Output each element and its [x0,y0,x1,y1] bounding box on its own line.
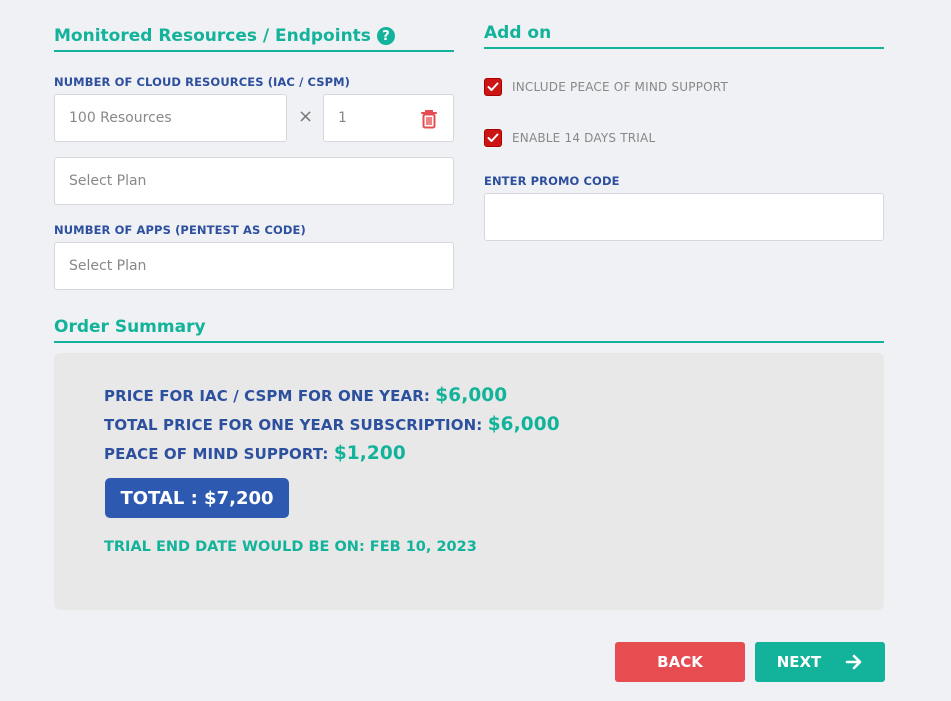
pom-support-value: $1,200 [333,443,406,464]
iac-price-value: $6,000 [435,385,508,406]
quantity-input[interactable]: 1 [323,94,454,142]
back-button-label: BACK [657,653,703,671]
monitored-resources-title-text: Monitored Resources / Endpoints [54,26,371,46]
addon-title-text: Add on [484,23,552,43]
next-button-label: NEXT [776,653,822,671]
select-plan-cloud[interactable]: Select Plan [54,157,454,205]
order-summary-title-text: Order Summary [54,317,206,337]
cloud-resources-label: NUMBER OF CLOUD RESOURCES (IAC / CSPM) [54,75,351,89]
peace-of-mind-label: INCLUDE PEACE OF MIND SUPPORT [512,80,728,94]
peace-of-mind-checkbox-row[interactable]: INCLUDE PEACE OF MIND SUPPORT [484,78,728,96]
back-button[interactable]: BACK [615,642,745,682]
order-summary-box: PRICE FOR IAC / CSPM FOR ONE YEAR: $6,00… [54,353,884,610]
pom-support-line: PEACE OF MIND SUPPORT: $1,200 [104,443,406,464]
trial-checkbox[interactable] [484,129,502,147]
checkmark-icon [487,82,499,91]
trial-checkbox-row[interactable]: ENABLE 14 DAYS TRIAL [484,129,655,147]
total-badge: TOTAL : $7,200 [105,478,289,518]
monitored-resources-title: Monitored Resources / Endpoints ? [54,25,454,52]
peace-of-mind-checkbox[interactable] [484,78,502,96]
total-year-label: TOTAL PRICE FOR ONE YEAR SUBSCRIPTION: [104,416,483,434]
trial-end-date: TRIAL END DATE WOULD BE ON: FEB 10, 2023 [104,539,477,555]
promo-code-input[interactable] [484,193,884,241]
multiply-icon: × [298,106,314,127]
total-year-line: TOTAL PRICE FOR ONE YEAR SUBSCRIPTION: $… [104,414,560,435]
promo-code-label: ENTER PROMO CODE [484,174,620,188]
help-icon[interactable]: ? [376,27,395,45]
addon-title: Add on [484,22,884,49]
quantity-value: 1 [338,110,347,126]
apps-label: NUMBER OF APPS (PENTEST AS CODE) [54,223,306,237]
pom-support-label: PEACE OF MIND SUPPORT: [104,445,329,463]
next-button[interactable]: NEXT [755,642,885,682]
arrow-right-icon [845,654,862,670]
iac-price-line: PRICE FOR IAC / CSPM FOR ONE YEAR: $6,00… [104,385,507,406]
cloud-resources-input[interactable]: 100 Resources [54,94,287,142]
order-summary-title: Order Summary [54,316,884,343]
select-plan-apps[interactable]: Select Plan [54,242,454,290]
iac-price-label: PRICE FOR IAC / CSPM FOR ONE YEAR: [104,387,430,405]
checkmark-icon [487,133,499,142]
total-year-value: $6,000 [487,414,560,435]
trial-label: ENABLE 14 DAYS TRIAL [512,131,656,145]
trash-icon[interactable] [419,108,439,130]
